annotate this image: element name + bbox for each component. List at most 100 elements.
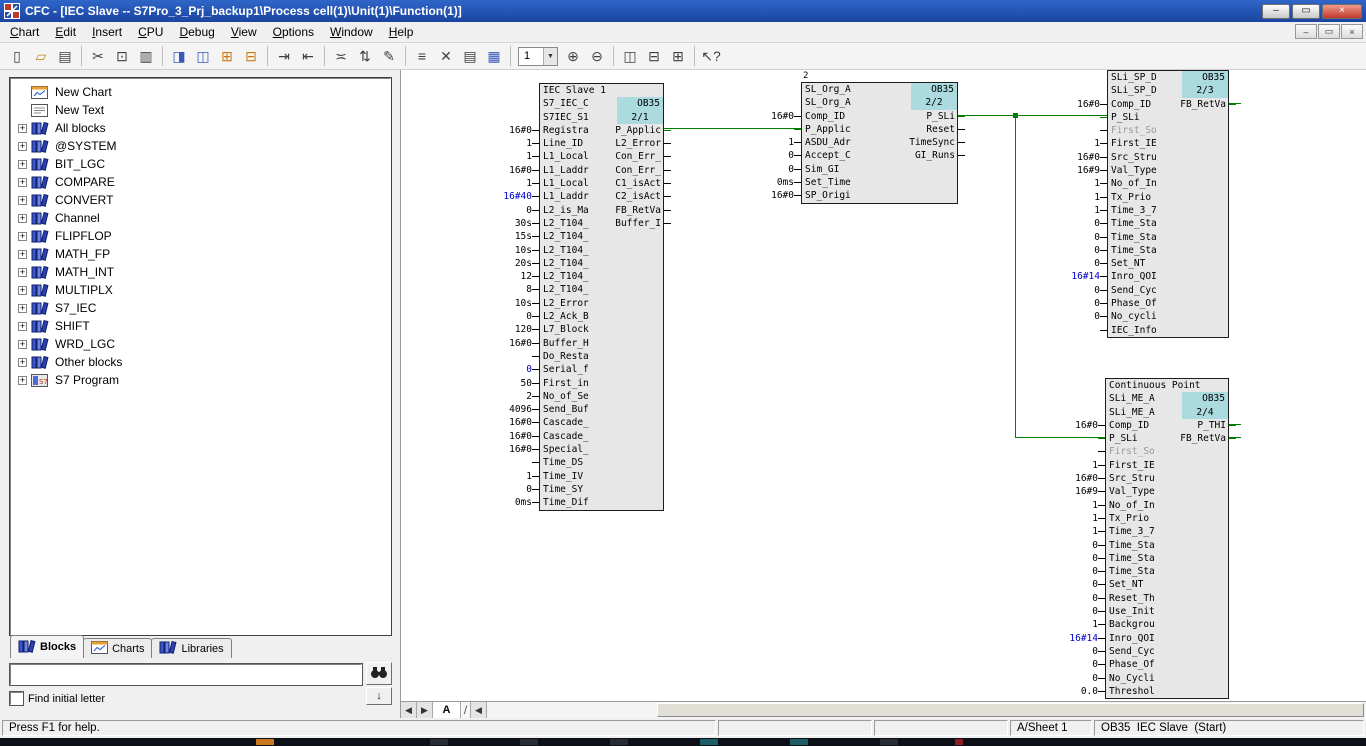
output-pin-tick[interactable]	[664, 210, 671, 211]
output-pin-name[interactable]: L2_Error	[615, 137, 661, 150]
tree-item-s7-program[interactable]: +S7S7 Program	[11, 371, 390, 389]
tree-item-s7-iec[interactable]: +S7_IEC	[11, 299, 390, 317]
input-pin-name[interactable]: No_of_In	[1106, 500, 1155, 511]
output-pin-name[interactable]: P_SLi	[926, 110, 955, 123]
input-pin-name[interactable]: First_IE	[1108, 138, 1157, 149]
input-pin-name[interactable]: L1_Local	[540, 151, 589, 162]
tree-item-bit-lgc[interactable]: +BIT_LGC	[11, 155, 390, 173]
input-pin-tick[interactable]	[1098, 531, 1105, 532]
input-pin-name[interactable]: Inro_QOI	[1108, 271, 1157, 282]
tree-item-compare[interactable]: +COMPARE	[11, 173, 390, 191]
pin-value[interactable]: 12	[521, 270, 532, 283]
input-pin-name[interactable]: Threshol	[1106, 686, 1155, 697]
output-pin-name[interactable]: P_Applic	[615, 124, 661, 137]
input-pin-tick[interactable]	[1100, 183, 1107, 184]
expander-icon[interactable]: +	[18, 358, 27, 367]
pin-value[interactable]: 10s	[515, 244, 532, 257]
input-pin-tick[interactable]	[794, 142, 801, 143]
input-pin-tick[interactable]	[794, 116, 801, 117]
output-pin-name[interactable]: GI_Runs	[915, 149, 955, 162]
zoom-in-icon[interactable]: ⊕	[561, 45, 585, 67]
expander-icon[interactable]: +	[18, 178, 27, 187]
horizontal-scrollbar[interactable]	[487, 702, 1366, 718]
input-pin-name[interactable]: Special_	[540, 444, 589, 455]
block-iec-slave[interactable]: IEC Slave 1S7_IEC_CS7IEC_S1OB352/116#0Re…	[539, 83, 664, 511]
output-pin-name[interactable]: Con_Err_	[615, 164, 661, 177]
sheet-margins-icon[interactable]: ⊟	[239, 45, 263, 67]
input-pin-name[interactable]: L2_is_Ma	[540, 205, 589, 216]
pin-value[interactable]: 50	[521, 377, 532, 390]
input-pin-tick[interactable]	[1098, 664, 1105, 665]
input-pin-tick[interactable]	[1100, 303, 1107, 304]
output-pin-tick[interactable]	[664, 130, 671, 131]
input-pin-name[interactable]: Comp_ID	[1108, 99, 1151, 110]
pin-value[interactable]: 1	[526, 177, 532, 190]
copy-icon[interactable]: ⊡	[110, 45, 134, 67]
input-pin-name[interactable]: Do_Resta	[540, 351, 589, 362]
return-icon[interactable]: ⇤	[296, 45, 320, 67]
input-pin-tick[interactable]	[1098, 425, 1105, 426]
input-pin-name[interactable]: ASDU_Adr	[802, 137, 851, 148]
pin-value[interactable]: 16#0	[771, 110, 794, 123]
input-pin-tick[interactable]	[532, 369, 539, 370]
pin-value[interactable]: 16#9	[1077, 164, 1100, 177]
pin-value[interactable]: 0	[1092, 672, 1098, 685]
search-input[interactable]	[10, 664, 362, 685]
input-pin-name[interactable]: L2_T104_	[540, 218, 589, 229]
pin-value[interactable]: 0	[526, 310, 532, 323]
input-pin-name[interactable]: Accept_C	[802, 150, 851, 161]
input-pin-name[interactable]: Time_Dif	[540, 497, 589, 508]
output-pin-name[interactable]: Con_Err_	[615, 150, 661, 163]
pin-value[interactable]: 0	[1092, 592, 1098, 605]
input-pin-name[interactable]: L2_T104_	[540, 258, 589, 269]
expander-icon[interactable]: +	[18, 232, 27, 241]
input-pin-tick[interactable]	[1098, 518, 1105, 519]
pin-value[interactable]: 16#0	[509, 430, 532, 443]
pin-value[interactable]: 0ms	[515, 496, 532, 509]
input-pin-name[interactable]: Time_3_7	[1106, 526, 1155, 537]
input-pin-tick[interactable]	[532, 236, 539, 237]
pin-value[interactable]: 16#0	[509, 416, 532, 429]
tile-horizontal-icon[interactable]: ⊟	[642, 45, 666, 67]
tree-item-math-int[interactable]: +MATH_INT	[11, 263, 390, 281]
tree-item-math-fp[interactable]: +MATH_FP	[11, 245, 390, 263]
input-pin-name[interactable]: Time_Sta	[1106, 566, 1155, 577]
input-pin-tick[interactable]	[794, 129, 801, 130]
input-pin-name[interactable]: L2_T104_	[540, 284, 589, 295]
input-pin-tick[interactable]	[1100, 117, 1107, 118]
pin-value[interactable]: 2	[526, 390, 532, 403]
input-pin-name[interactable]: Set_NT	[1106, 579, 1143, 590]
menu-chart[interactable]: Chart	[2, 23, 47, 41]
output-pin-name[interactable]: FB_RetVa	[1180, 98, 1226, 111]
input-pin-name[interactable]: Send_Cyc	[1106, 646, 1155, 657]
overview-icon[interactable]: ⊞	[215, 45, 239, 67]
pin-value[interactable]: 0.0	[1081, 685, 1098, 698]
delete-icon[interactable]: ✕	[434, 45, 458, 67]
pin-value[interactable]: 1	[1092, 459, 1098, 472]
pin-value[interactable]: 0	[1092, 539, 1098, 552]
pin-value[interactable]: 16#0	[509, 337, 532, 350]
input-pin-name[interactable]: Cascade_	[540, 417, 589, 428]
expander-icon[interactable]: +	[18, 196, 27, 205]
output-pin-tick[interactable]	[958, 129, 965, 130]
input-pin-name[interactable]: Phase_Of	[1106, 659, 1155, 670]
pin-value[interactable]: 16#0	[771, 189, 794, 202]
input-pin-tick[interactable]	[532, 183, 539, 184]
output-pin-name[interactable]: TimeSync	[909, 136, 955, 149]
input-pin-tick[interactable]	[532, 170, 539, 171]
output-pin-tick[interactable]	[664, 196, 671, 197]
input-pin-name[interactable]: Inro_QOI	[1106, 633, 1155, 644]
tab-charts[interactable]: Charts	[83, 638, 152, 658]
tile-vertical-icon[interactable]: ⊞	[666, 45, 690, 67]
input-pin-name[interactable]: Cascade_	[540, 431, 589, 442]
input-pin-name[interactable]: First_So	[1108, 125, 1157, 136]
input-pin-name[interactable]: Send_Buf	[540, 404, 589, 415]
input-pin-tick[interactable]	[1100, 290, 1107, 291]
menu-view[interactable]: View	[223, 23, 265, 41]
output-pin-tick[interactable]	[958, 155, 965, 156]
input-pin-name[interactable]: Use_Init	[1106, 606, 1155, 617]
mdi-close-button[interactable]: ×	[1341, 24, 1363, 39]
list-icon[interactable]: ▤	[458, 45, 482, 67]
tree-item-all-blocks[interactable]: +All blocks	[11, 119, 390, 137]
input-pin-tick[interactable]	[1098, 478, 1105, 479]
